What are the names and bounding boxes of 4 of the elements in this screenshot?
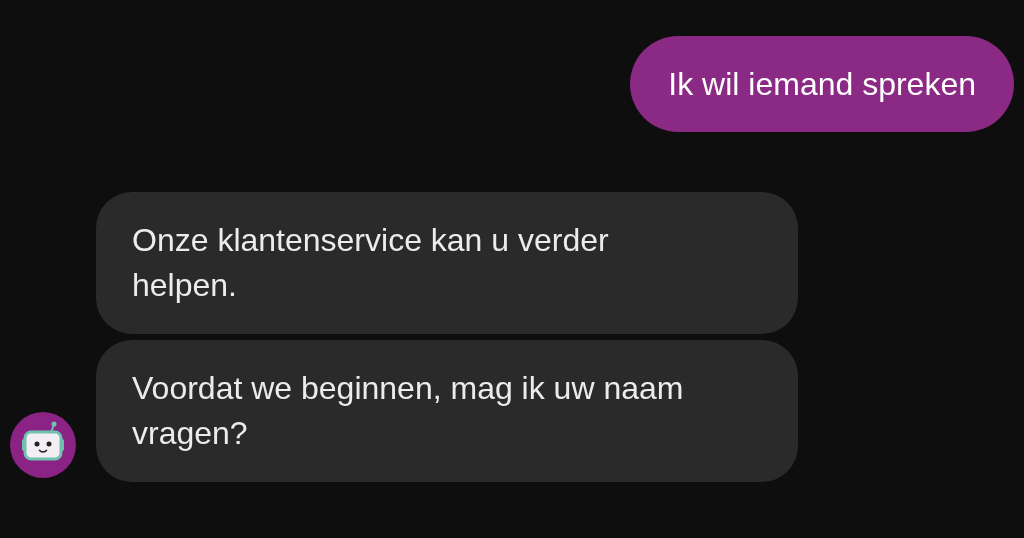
robot-avatar-icon — [10, 412, 76, 478]
received-message-bubble: Voordat we beginnen, mag ik uw naam vragen? — [96, 340, 798, 482]
sent-message-bubble: Ik wil iemand spreken — [630, 36, 1014, 132]
received-message-bubble: Onze klantenservice kan u verder helpen. — [96, 192, 798, 334]
